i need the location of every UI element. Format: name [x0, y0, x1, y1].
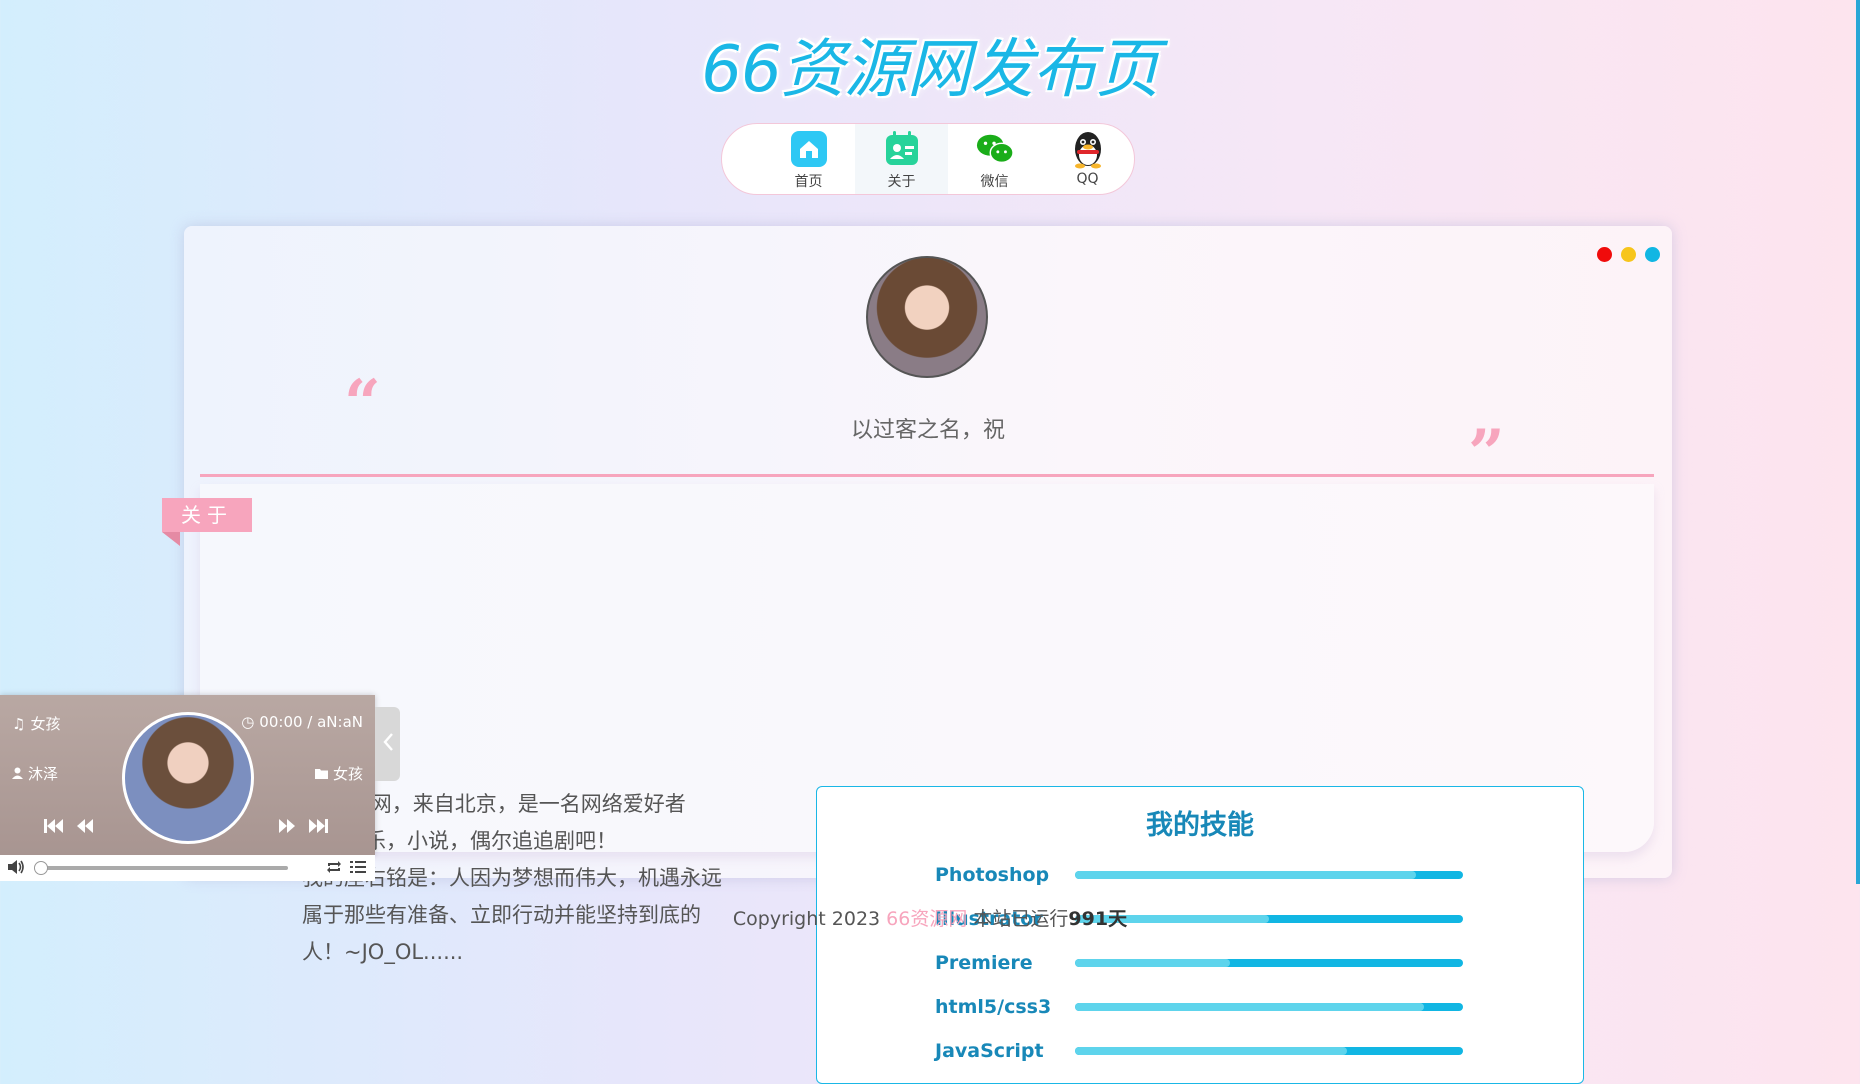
skill-name: Photoshop — [935, 864, 1050, 886]
about-line: 人！~JO_OL...... — [302, 940, 464, 964]
about-tag-fold — [162, 532, 180, 546]
album-cover[interactable] — [122, 712, 254, 844]
skill-row: html5/css3 — [935, 985, 1475, 1029]
close-quote-icon: ” — [1468, 416, 1505, 491]
skill-row: Premiere — [935, 941, 1475, 985]
skills-box: 我的技能 Photoshop Illustrator Premiere html… — [816, 786, 1584, 1084]
profile-card-icon — [883, 130, 921, 168]
motto: 以过客之名，祝 — [850, 418, 1005, 443]
nav-label-qq: QQ — [1076, 171, 1099, 187]
footer-copyright: Copyright 2023 — [732, 908, 881, 930]
top-nav: 首页 关于 微信 QQ — [721, 123, 1135, 195]
profile-card: “ 以过客之名，祝 ” 66资源网，来自北京，是一名网络爱好者 喜欢音乐，小说，… — [184, 226, 1672, 1084]
window-dot-yellow — [1621, 247, 1636, 262]
music-note-icon: ♫ — [12, 714, 26, 733]
progress-handle[interactable] — [34, 861, 48, 875]
player-time: ◷ 00:00 / aN:aN — [241, 713, 363, 731]
volume-icon[interactable] — [8, 859, 26, 878]
window-dot-blue — [1645, 247, 1660, 262]
footer-running: 本站已运行 — [973, 908, 1069, 930]
divider — [200, 474, 1654, 477]
player-artist: 沐泽 — [12, 763, 58, 784]
skill-bar — [1075, 1003, 1463, 1011]
folder-icon — [314, 765, 328, 783]
nav-item-wechat[interactable]: 微信 — [948, 124, 1041, 194]
skills-title: 我的技能 — [1146, 810, 1254, 841]
skill-row: Photoshop — [935, 853, 1475, 897]
player-album-name: 女孩 — [332, 765, 363, 783]
skill-name: Premiere — [935, 952, 1033, 974]
music-player: ♫ 女孩 ◷ 00:00 / aN:aN 沐泽 女孩 — [0, 695, 375, 855]
player-control-bar — [0, 855, 375, 881]
skill-bar — [1075, 871, 1463, 879]
nav-item-home[interactable]: 首页 — [762, 124, 855, 194]
skill-bar-fill — [1075, 1047, 1347, 1055]
nav-label-about: 关于 — [887, 174, 916, 190]
player-artist-name: 沐泽 — [28, 765, 59, 783]
site-title: 66资源网发布页 — [701, 33, 1159, 107]
clock-icon: ◷ — [241, 713, 255, 731]
nav-item-about[interactable]: 关于 — [855, 124, 948, 194]
rewind-icon[interactable] — [76, 819, 94, 837]
home-icon — [790, 130, 828, 168]
chevron-left-icon — [382, 733, 393, 755]
player-song: ♫ 女孩 — [12, 713, 60, 734]
skip-forward-icon[interactable] — [308, 819, 328, 837]
player-left-controls — [44, 819, 94, 837]
footer: Copyright 2023 66资源网 本站已运行991天 — [0, 904, 1860, 931]
nav-label-wechat: 微信 — [980, 174, 1009, 190]
window-dots — [1597, 247, 1660, 262]
footer-brand-link[interactable]: 66资源网 — [886, 908, 967, 930]
player-toggle-button[interactable] — [375, 707, 400, 781]
player-time-text: 00:00 / aN:aN — [259, 713, 363, 731]
fast-forward-icon[interactable] — [278, 819, 296, 837]
window-dot-red — [1597, 247, 1612, 262]
skill-bar — [1075, 959, 1463, 967]
skill-name: html5/css3 — [935, 996, 1052, 1018]
skill-bar — [1075, 1047, 1463, 1055]
skill-row: JavaScript — [935, 1029, 1475, 1073]
progress-track[interactable] — [34, 861, 288, 875]
loop-icon[interactable] — [326, 859, 342, 878]
nav-item-qq[interactable]: QQ — [1041, 124, 1134, 194]
player-right-controls — [278, 819, 328, 837]
nav-label-home: 首页 — [794, 174, 823, 190]
about-tag: 关于 — [162, 498, 252, 532]
skill-bar-fill — [1075, 1003, 1425, 1011]
skill-bar-fill — [1075, 959, 1231, 967]
playlist-icon[interactable] — [350, 859, 366, 878]
qq-penguin-icon — [1069, 130, 1107, 169]
user-icon — [12, 765, 23, 783]
skip-back-icon[interactable] — [44, 819, 64, 837]
about-panel: 66资源网，来自北京，是一名网络爱好者 喜欢音乐，小说，偶尔追追剧吧！ 我的座右… — [200, 484, 1654, 1084]
skill-bar-fill — [1075, 871, 1417, 879]
avatar — [866, 256, 988, 378]
player-song-title: 女孩 — [30, 715, 61, 733]
footer-days: 991天 — [1068, 908, 1128, 930]
page-edge-stripe — [1856, 0, 1860, 884]
player-album: 女孩 — [314, 763, 363, 784]
skill-name: JavaScript — [935, 1040, 1044, 1062]
wechat-icon — [976, 130, 1014, 168]
